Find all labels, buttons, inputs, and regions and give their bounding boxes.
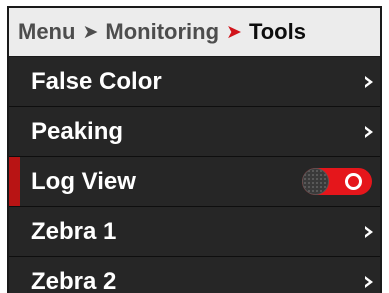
chevron-right-icon [358,257,380,293]
toggle-on-ring-icon [345,173,362,190]
breadcrumb-tools: Tools [248,19,306,44]
menu-item-label: Peaking [31,117,124,145]
chevron-right-icon [358,57,380,106]
menu-item-peaking[interactable]: Peaking [9,107,380,157]
menu-item-label: False Color [31,67,162,95]
menu-item-log-view[interactable]: Log View [9,157,380,207]
chevron-right-icon [358,107,380,156]
breadcrumb-menu[interactable]: Menu [18,19,75,45]
breadcrumb-separator-icon: ➤ [82,21,99,43]
selection-marker [9,157,20,206]
chevron-right-icon [358,207,380,256]
menu-item-false-color[interactable]: False Color [9,57,380,107]
log-view-toggle[interactable] [302,168,372,195]
menu-item-zebra-1[interactable]: Zebra 1 [9,207,380,257]
toggle-knob [302,168,329,195]
menu-item-label: Zebra 2 [31,267,117,293]
breadcrumb-current-separator-icon: ➤ [226,21,242,43]
tools-menu-panel: Menu ➤ Monitoring ➤ Tools False Color Pe… [7,6,382,293]
menu-item-zebra-2[interactable]: Zebra 2 [9,257,380,293]
menu-item-label: Zebra 1 [31,217,117,245]
menu-item-label: Log View [31,167,136,195]
breadcrumb-monitoring[interactable]: Monitoring [105,19,219,45]
breadcrumb: Menu ➤ Monitoring ➤ Tools [9,8,380,57]
